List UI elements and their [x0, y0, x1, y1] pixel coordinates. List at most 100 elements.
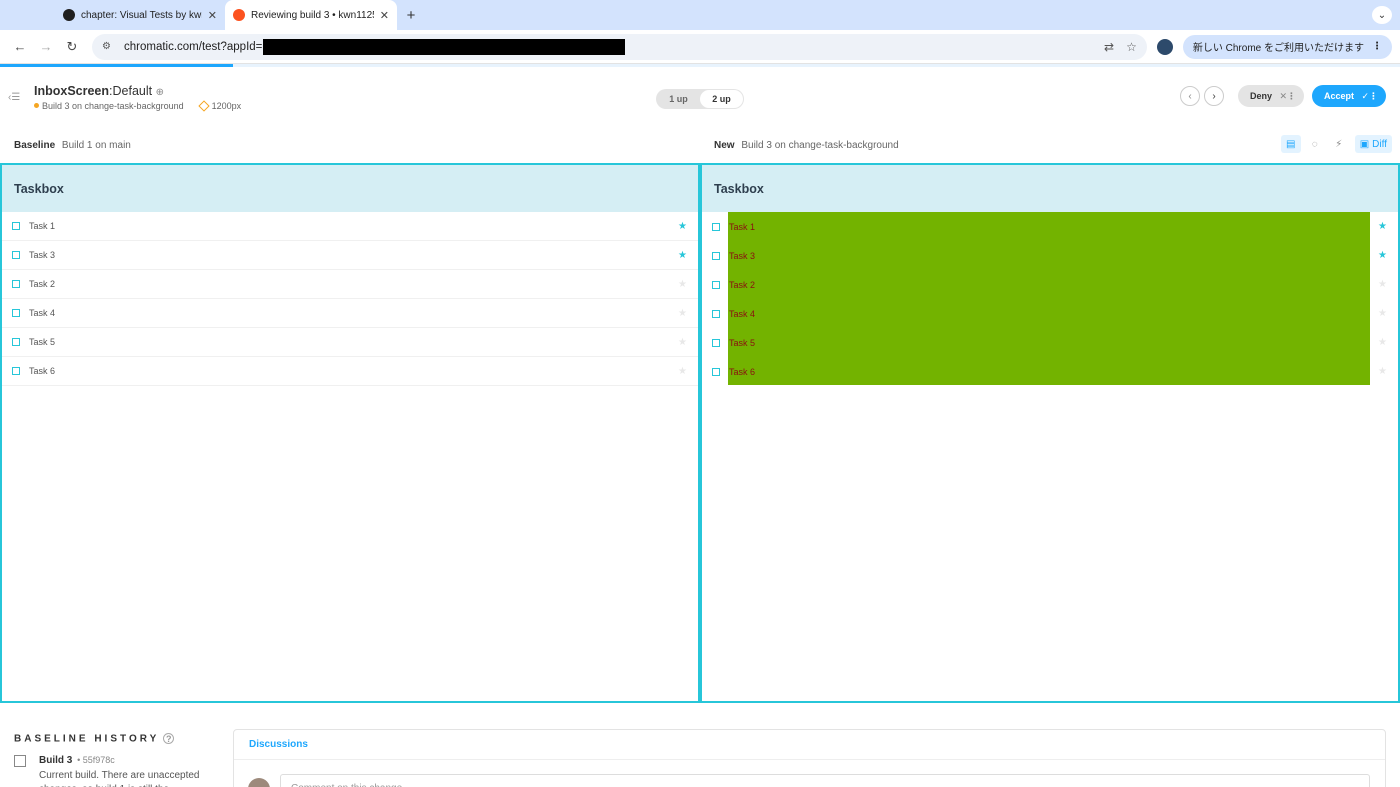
task-checkbox[interactable]	[12, 280, 20, 288]
browser-tab-chromatic[interactable]: Reviewing build 3 • kwn1125/ ✕	[225, 0, 397, 30]
task-checkbox[interactable]	[12, 367, 20, 375]
task-label: Task 4	[29, 308, 56, 318]
task-label: Task 2	[29, 279, 56, 289]
review-header: ‹☰ InboxScreen:Default ⊕ Build 3 on chan…	[0, 67, 1400, 127]
task-checkbox[interactable]	[12, 251, 20, 259]
chevron-right-icon: ›	[1212, 90, 1216, 102]
task-checkbox[interactable]	[712, 309, 720, 318]
tab-search-button[interactable]: ⌄	[1372, 6, 1392, 24]
panel-title: Taskbox	[2, 165, 698, 212]
profile-avatar[interactable]	[1156, 38, 1173, 55]
task-list: Task 1 ★ Task 3 ★ Task 2 ★ Task 4 ★ Task 5 ★ Task …	[702, 212, 1398, 386]
task-checkbox[interactable]	[12, 222, 20, 230]
avatar	[248, 778, 270, 787]
task-row[interactable]: Task 1 ★	[2, 212, 698, 241]
url-text: chromatic.com/test?appId=	[124, 40, 263, 53]
browser-tab-github[interactable]: chapter: Visual Tests by kwn1 ✕	[55, 0, 225, 30]
help-icon[interactable]: ?	[163, 733, 175, 744]
forward-button[interactable]: →	[34, 35, 58, 59]
task-row[interactable]: Task 3 ★	[2, 241, 698, 270]
build-name: Build 3	[39, 754, 73, 766]
new-label: New	[714, 139, 735, 151]
deny-button[interactable]: Deny ✕⋮	[1238, 85, 1304, 107]
task-row[interactable]: Task 5 ★	[702, 328, 1398, 357]
task-row[interactable]: Task 2 ★	[702, 270, 1398, 299]
comment-input[interactable]: Comment on this change	[280, 774, 1370, 787]
back-button[interactable]: ←	[8, 35, 32, 59]
viewport-width: 1200px	[211, 100, 242, 111]
star-icon[interactable]: ★	[1378, 366, 1387, 377]
translate-icon[interactable]: ⇄	[1104, 40, 1114, 54]
chrome-update-button[interactable]: 新しい Chrome をご利用いただけます ⋮	[1182, 34, 1392, 59]
baseline-history-title: BASELINE HISTORY?	[14, 733, 214, 745]
star-icon[interactable]: ★	[1378, 279, 1387, 290]
next-change-button[interactable]: ›	[1204, 86, 1224, 106]
star-icon[interactable]: ★	[678, 337, 687, 348]
task-row[interactable]: Task 1 ★	[702, 212, 1398, 241]
strobe-icon[interactable]: ⚡	[1329, 135, 1349, 153]
task-label: Task 1	[29, 221, 56, 231]
comments-toggle-icon[interactable]: ▤	[1280, 135, 1301, 153]
task-checkbox[interactable]	[12, 309, 20, 317]
task-label: Task 5	[29, 337, 56, 347]
task-row[interactable]: Task 5 ★	[2, 328, 698, 357]
star-icon[interactable]: ★	[678, 221, 687, 232]
task-row[interactable]: Task 2 ★	[2, 270, 698, 299]
bookmark-star-icon[interactable]: ☆	[1126, 40, 1137, 54]
history-description: Current build. There are unaccepted chan…	[39, 769, 200, 787]
close-icon[interactable]: ✕	[380, 9, 389, 22]
accept-button[interactable]: Accept ✓⋮	[1312, 85, 1386, 107]
previous-change-button[interactable]: ‹	[1180, 86, 1200, 106]
star-icon[interactable]: ★	[678, 308, 687, 319]
baseline-meta: Build 1 on main	[61, 139, 131, 151]
diff-toggle-button[interactable]: ▣ Diff	[1354, 135, 1392, 153]
star-icon[interactable]: ★	[1378, 221, 1387, 232]
reload-icon: ↻	[66, 38, 78, 54]
history-item[interactable]: Build 3 • 55f978c Current build. There a…	[14, 754, 214, 787]
task-checkbox[interactable]	[712, 222, 720, 231]
new-tab-button[interactable]: +	[397, 0, 425, 30]
close-icon[interactable]: ✕	[208, 9, 217, 22]
star-icon[interactable]: ★	[1378, 337, 1387, 348]
discussions-title[interactable]: Discussions	[234, 730, 1385, 760]
task-list: Task 1 ★ Task 3 ★ Task 2 ★ Task 4 ★ Task 5 ★ Task …	[2, 212, 698, 386]
task-checkbox[interactable]	[712, 367, 720, 376]
build-meta: Build 3 on change-task-background	[42, 100, 184, 111]
task-row[interactable]: Task 4 ★	[2, 299, 698, 328]
task-checkbox[interactable]	[712, 280, 720, 289]
task-checkbox[interactable]	[12, 338, 20, 346]
compare-tools: ▤ ◌ ⚡ ▣ Diff	[1277, 135, 1392, 153]
star-icon[interactable]: ★	[678, 279, 687, 290]
star-icon[interactable]: ★	[678, 250, 687, 261]
focus-icon[interactable]: ◌	[1305, 135, 1325, 153]
task-row[interactable]: Task 3 ★	[702, 241, 1398, 270]
star-icon[interactable]: ★	[1378, 308, 1387, 319]
task-row[interactable]: Task 4 ★	[702, 299, 1398, 328]
view-1up-button[interactable]: 1 up	[657, 90, 700, 108]
task-label: Task 6	[729, 366, 756, 377]
task-checkbox[interactable]	[712, 251, 720, 260]
chevron-left-icon: ‹	[1188, 90, 1192, 102]
site-settings-icon[interactable]: ⚙	[102, 41, 116, 52]
baseline-label: Baseline	[14, 139, 56, 151]
story-name: Default	[112, 83, 153, 98]
reload-button[interactable]: ↻	[60, 35, 84, 59]
task-row[interactable]: Task 6 ★	[2, 357, 698, 386]
task-checkbox[interactable]	[712, 338, 720, 347]
component-name: InboxScreen	[34, 83, 110, 98]
star-icon[interactable]: ★	[1378, 250, 1387, 261]
task-row[interactable]: Task 6 ★	[702, 357, 1398, 386]
star-icon[interactable]: ★	[678, 366, 687, 377]
redacted-block	[263, 38, 626, 55]
address-bar[interactable]: ⚙ chromatic.com/test?appId= ⇄ ☆	[92, 33, 1147, 60]
task-label: Task 6	[29, 366, 56, 376]
view-2up-button[interactable]: 2 up	[700, 90, 743, 108]
deny-menu-icon[interactable]: ✕⋮	[1279, 91, 1296, 102]
story-link-icon[interactable]: ⊕	[156, 87, 164, 98]
kebab-menu-icon[interactable]: ⋮	[1372, 41, 1382, 52]
accept-menu-icon[interactable]: ✓⋮	[1361, 91, 1378, 102]
compare-labels: Baseline Build 1 on main New Build 3 on …	[0, 127, 1400, 163]
sidebar-toggle-icon[interactable]: ‹☰	[8, 92, 34, 103]
task-label: Task 3	[729, 250, 756, 261]
chromatic-icon	[233, 9, 245, 21]
